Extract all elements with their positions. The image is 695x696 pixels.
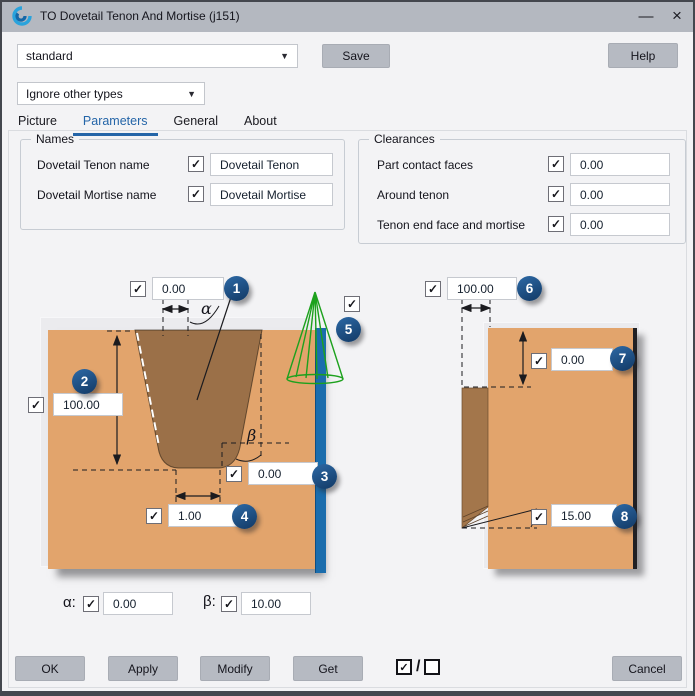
help-button[interactable]: Help	[608, 43, 678, 68]
check-icon: ✓	[534, 511, 544, 523]
modify-button[interactable]: Modify	[200, 656, 270, 681]
param8-checkbox[interactable]: ✓	[531, 509, 547, 525]
chevron-down-icon: ▼	[187, 89, 196, 99]
mortise-name-label: Dovetail Mortise name	[37, 188, 156, 202]
param6-checkbox[interactable]: ✓	[425, 281, 441, 297]
param1-checkbox[interactable]: ✓	[130, 281, 146, 297]
check-icon: ✓	[428, 283, 438, 295]
tenon-name-checkbox[interactable]: ✓	[188, 156, 204, 172]
check-icon: ✓	[191, 158, 201, 170]
param2-input[interactable]	[53, 393, 123, 416]
tenon-end-face-checkbox[interactable]: ✓	[548, 216, 564, 232]
dialog-window: TO Dovetail Tenon And Mortise (j151) — ×…	[0, 0, 695, 696]
part-contact-faces-label: Part contact faces	[377, 158, 473, 172]
check-icon: ✓	[86, 598, 96, 610]
check-icon: ✓	[534, 355, 544, 367]
checked-checkbox-icon: ✓	[396, 659, 412, 675]
chevron-down-icon: ▼	[280, 51, 289, 61]
window-title: TO Dovetail Tenon And Mortise (j151)	[40, 0, 240, 32]
around-tenon-label: Around tenon	[377, 188, 449, 202]
param4-checkbox[interactable]: ✓	[146, 508, 162, 524]
ok-button[interactable]: OK	[15, 656, 85, 681]
param8-input[interactable]	[551, 504, 617, 527]
check-icon: ✓	[149, 510, 159, 522]
type-filter-combobox[interactable]: Ignore other types ▼	[17, 82, 205, 105]
tenon-name-label: Dovetail Tenon name	[37, 158, 150, 172]
check-icon: ✓	[229, 468, 239, 480]
check-icon: ✓	[399, 661, 408, 674]
beta-input[interactable]	[241, 592, 311, 615]
clearances-group-title: Clearances	[369, 132, 440, 146]
tenon-end-face-input[interactable]	[570, 213, 670, 236]
alpha-input[interactable]	[103, 592, 173, 615]
param6-input[interactable]	[447, 277, 517, 300]
check-icon: ✓	[191, 188, 201, 200]
get-button[interactable]: Get	[293, 656, 363, 681]
beta-checkbox[interactable]: ✓	[221, 596, 237, 612]
tab-general[interactable]: General	[164, 111, 228, 136]
preset-combobox[interactable]: standard ▼	[17, 44, 298, 68]
tab-picture[interactable]: Picture	[8, 111, 67, 136]
tab-bar: Picture Parameters General About	[8, 111, 287, 136]
part-contact-faces-checkbox[interactable]: ✓	[548, 156, 564, 172]
param7-badge: 7	[610, 346, 635, 371]
close-button[interactable]: ×	[662, 0, 692, 32]
param3-checkbox[interactable]: ✓	[226, 466, 242, 482]
mortise-name-input[interactable]	[210, 183, 333, 206]
tenon-end-face-label: Tenon end face and mortise	[377, 218, 525, 232]
save-button[interactable]: Save	[322, 44, 390, 68]
title-bar[interactable]: TO Dovetail Tenon And Mortise (j151) — ×	[0, 0, 695, 32]
param3-badge: 3	[312, 464, 337, 489]
check-icon: ✓	[551, 218, 561, 230]
tab-about[interactable]: About	[234, 111, 287, 136]
around-tenon-input[interactable]	[570, 183, 670, 206]
param3-input[interactable]	[248, 462, 318, 485]
param6-badge: 6	[517, 276, 542, 301]
tab-parameters[interactable]: Parameters	[73, 111, 158, 136]
check-icon: ✓	[31, 399, 41, 411]
app-icon	[12, 6, 32, 26]
beta-row-label: β:	[203, 593, 216, 610]
param4-input[interactable]	[168, 504, 238, 527]
param7-checkbox[interactable]: ✓	[531, 353, 547, 369]
param4-badge: 4	[232, 504, 257, 529]
apply-button[interactable]: Apply	[108, 656, 178, 681]
tenon-name-input[interactable]	[210, 153, 333, 176]
toggle-all-checkboxes-control[interactable]: ✓ /	[396, 658, 440, 676]
mortise-name-checkbox[interactable]: ✓	[188, 186, 204, 202]
cancel-button[interactable]: Cancel	[612, 656, 682, 681]
minimize-button[interactable]: —	[631, 0, 661, 32]
param1-badge: 1	[224, 276, 249, 301]
check-icon: ✓	[224, 598, 234, 610]
param7-input[interactable]	[551, 348, 613, 371]
type-filter-value: Ignore other types	[26, 87, 123, 101]
param1-input[interactable]	[152, 277, 224, 300]
param2-checkbox[interactable]: ✓	[28, 397, 44, 413]
alpha-checkbox[interactable]: ✓	[83, 596, 99, 612]
alpha-row-label: α:	[63, 594, 76, 611]
empty-checkbox-icon	[424, 659, 440, 675]
param2-badge: 2	[72, 369, 97, 394]
param5-checkbox[interactable]: ✓	[344, 296, 360, 312]
check-icon: ✓	[347, 298, 357, 310]
check-icon: ✓	[133, 283, 143, 295]
part-contact-faces-input[interactable]	[570, 153, 670, 176]
param8-badge: 8	[612, 504, 637, 529]
param5-badge: 5	[336, 317, 361, 342]
check-icon: ✓	[551, 188, 561, 200]
tenon-board-front-face	[48, 330, 316, 569]
selected-edge-highlight	[315, 328, 326, 573]
preset-combobox-value: standard	[26, 49, 73, 63]
around-tenon-checkbox[interactable]: ✓	[548, 186, 564, 202]
slash-separator: /	[416, 658, 420, 676]
check-icon: ✓	[551, 158, 561, 170]
